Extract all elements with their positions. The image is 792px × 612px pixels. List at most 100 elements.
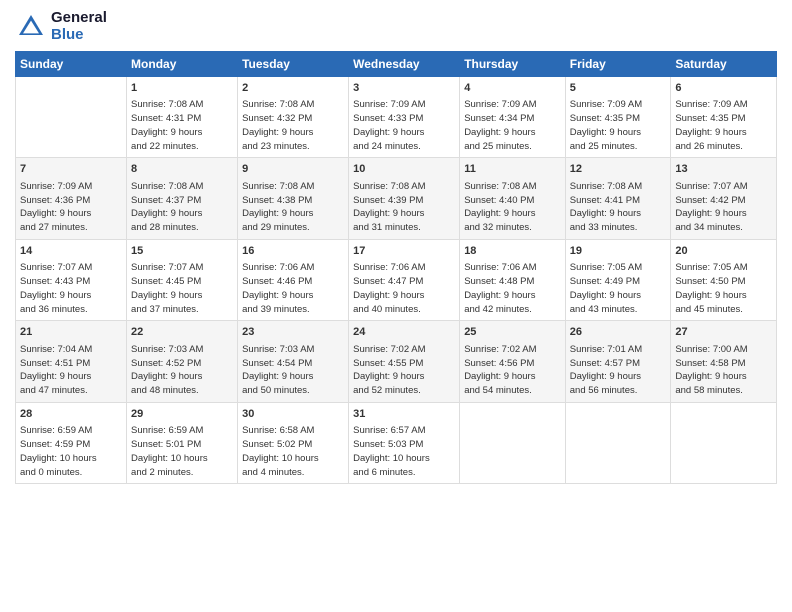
calendar-week-row: 7 Sunrise: 7:09 AMSunset: 4:36 PMDaylight… — [16, 158, 777, 239]
calendar-cell: 13 Sunrise: 7:07 AMSunset: 4:42 PMDayligh… — [671, 158, 777, 239]
day-info: Sunrise: 7:08 AMSunset: 4:41 PMDaylight:… — [570, 180, 667, 235]
calendar-cell: 19Sunrise: 7:05 AMSunset: 4:49 PMDayligh… — [565, 239, 671, 320]
day-info: Sunrise: 7:05 AMSunset: 4:50 PMDaylight:… — [675, 261, 772, 316]
calendar-cell — [671, 402, 777, 483]
calendar-cell: 25 Sunrise: 7:02 AMSunset: 4:56 PMDayligh… — [460, 321, 566, 402]
calendar-cell: 5 Sunrise: 7:09 AMSunset: 4:35 PMDaylight… — [565, 77, 671, 158]
day-info: Sunrise: 7:06 AMSunset: 4:47 PMDaylight:… — [353, 261, 455, 316]
day-info: Sunrise: 7:09 AMSunset: 4:36 PMDaylight:… — [20, 180, 122, 235]
day-info: Sunrise: 7:07 AMSunset: 4:43 PMDaylight:… — [20, 261, 122, 316]
calendar-cell: 7 Sunrise: 7:09 AMSunset: 4:36 PMDaylight… — [16, 158, 127, 239]
header-day-tuesday: Tuesday — [238, 52, 349, 77]
day-number: 28 — [20, 407, 122, 422]
day-info: Sunrise: 6:58 AMSunset: 5:02 PMDaylight:… — [242, 424, 344, 479]
calendar-cell: 24 Sunrise: 7:02 AMSunset: 4:55 PMDayligh… — [349, 321, 460, 402]
calendar-cell: 10 Sunrise: 7:08 AMSunset: 4:39 PMDayligh… — [349, 158, 460, 239]
day-info: Sunrise: 7:08 AMSunset: 4:39 PMDaylight:… — [353, 180, 455, 235]
day-number: 11 — [464, 162, 561, 177]
calendar-cell: 31Sunrise: 6:57 AMSunset: 5:03 PMDayligh… — [349, 402, 460, 483]
day-number: 15 — [131, 244, 233, 259]
day-number: 26 — [570, 325, 667, 340]
calendar-cell — [16, 77, 127, 158]
day-number: 23 — [242, 325, 344, 340]
calendar-week-row: 28 Sunrise: 6:59 AMSunset: 4:59 PMDayligh… — [16, 402, 777, 483]
calendar-cell — [565, 402, 671, 483]
day-number: 3 — [353, 81, 455, 96]
logo-icon — [15, 11, 47, 43]
day-number: 22 — [131, 325, 233, 340]
day-number: 24 — [353, 325, 455, 340]
day-number: 8 — [131, 162, 233, 177]
calendar-cell: 14 Sunrise: 7:07 AMSunset: 4:43 PMDayligh… — [16, 239, 127, 320]
calendar-table: SundayMondayTuesdayWednesdayThursdayFrid… — [15, 51, 777, 484]
calendar-cell: 23 Sunrise: 7:03 AMSunset: 4:54 PMDayligh… — [238, 321, 349, 402]
calendar-cell: 17 Sunrise: 7:06 AMSunset: 4:47 PMDayligh… — [349, 239, 460, 320]
header-day-thursday: Thursday — [460, 52, 566, 77]
day-number: 12 — [570, 162, 667, 177]
day-info: Sunrise: 7:08 AMSunset: 4:40 PMDaylight:… — [464, 180, 561, 235]
calendar-cell: 3 Sunrise: 7:09 AMSunset: 4:33 PMDaylight… — [349, 77, 460, 158]
day-number: 17 — [353, 244, 455, 259]
calendar-week-row: 21 Sunrise: 7:04 AMSunset: 4:51 PMDayligh… — [16, 321, 777, 402]
day-info: Sunrise: 7:09 AMSunset: 4:34 PMDaylight:… — [464, 98, 561, 153]
day-info: Sunrise: 6:59 AMSunset: 5:01 PMDaylight:… — [131, 424, 233, 479]
header-day-wednesday: Wednesday — [349, 52, 460, 77]
header-day-sunday: Sunday — [16, 52, 127, 77]
calendar-week-row: 14 Sunrise: 7:07 AMSunset: 4:43 PMDayligh… — [16, 239, 777, 320]
day-info: Sunrise: 7:07 AMSunset: 4:42 PMDaylight:… — [675, 180, 772, 235]
day-number: 27 — [675, 325, 772, 340]
calendar-cell: 12 Sunrise: 7:08 AMSunset: 4:41 PMDayligh… — [565, 158, 671, 239]
day-info: Sunrise: 7:05 AMSunset: 4:49 PMDaylight:… — [570, 261, 667, 316]
page-container: General Blue SundayMondayTuesdayWednesda… — [0, 0, 792, 494]
day-info: Sunrise: 7:03 AMSunset: 4:54 PMDaylight:… — [242, 343, 344, 398]
calendar-cell — [460, 402, 566, 483]
day-number: 5 — [570, 81, 667, 96]
day-number: 18 — [464, 244, 561, 259]
calendar-cell: 11 Sunrise: 7:08 AMSunset: 4:40 PMDayligh… — [460, 158, 566, 239]
day-number: 25 — [464, 325, 561, 340]
calendar-cell: 18Sunrise: 7:06 AMSunset: 4:48 PMDayligh… — [460, 239, 566, 320]
day-info: Sunrise: 7:02 AMSunset: 4:56 PMDaylight:… — [464, 343, 561, 398]
day-number: 14 — [20, 244, 122, 259]
logo-text: General Blue — [51, 10, 107, 43]
calendar-cell: 6Sunrise: 7:09 AMSunset: 4:35 PMDaylight… — [671, 77, 777, 158]
calendar-cell: 29 Sunrise: 6:59 AMSunset: 5:01 PMDayligh… — [127, 402, 238, 483]
day-info: Sunrise: 7:08 AMSunset: 4:38 PMDaylight:… — [242, 180, 344, 235]
calendar-cell: 27 Sunrise: 7:00 AMSunset: 4:58 PMDayligh… — [671, 321, 777, 402]
day-info: Sunrise: 7:09 AMSunset: 4:35 PMDaylight:… — [570, 98, 667, 153]
day-number: 31 — [353, 407, 455, 422]
header-day-friday: Friday — [565, 52, 671, 77]
calendar-cell: 22 Sunrise: 7:03 AMSunset: 4:52 PMDayligh… — [127, 321, 238, 402]
logo: General Blue — [15, 10, 107, 43]
day-info: Sunrise: 7:09 AMSunset: 4:33 PMDaylight:… — [353, 98, 455, 153]
day-number: 10 — [353, 162, 455, 177]
day-number: 29 — [131, 407, 233, 422]
day-info: Sunrise: 7:04 AMSunset: 4:51 PMDaylight:… — [20, 343, 122, 398]
calendar-cell: 2Sunrise: 7:08 AMSunset: 4:32 PMDaylight… — [238, 77, 349, 158]
day-info: Sunrise: 7:00 AMSunset: 4:58 PMDaylight:… — [675, 343, 772, 398]
day-number: 30 — [242, 407, 344, 422]
calendar-cell: 30 Sunrise: 6:58 AMSunset: 5:02 PMDayligh… — [238, 402, 349, 483]
day-info: Sunrise: 7:02 AMSunset: 4:55 PMDaylight:… — [353, 343, 455, 398]
day-number: 9 — [242, 162, 344, 177]
day-number: 4 — [464, 81, 561, 96]
day-number: 7 — [20, 162, 122, 177]
calendar-cell: 20Sunrise: 7:05 AMSunset: 4:50 PMDayligh… — [671, 239, 777, 320]
day-number: 13 — [675, 162, 772, 177]
calendar-cell: 4 Sunrise: 7:09 AMSunset: 4:34 PMDaylight… — [460, 77, 566, 158]
calendar-cell: 21 Sunrise: 7:04 AMSunset: 4:51 PMDayligh… — [16, 321, 127, 402]
calendar-cell: 1Sunrise: 7:08 AMSunset: 4:31 PMDaylight… — [127, 77, 238, 158]
day-info: Sunrise: 7:01 AMSunset: 4:57 PMDaylight:… — [570, 343, 667, 398]
header-day-monday: Monday — [127, 52, 238, 77]
day-info: Sunrise: 7:06 AMSunset: 4:46 PMDaylight:… — [242, 261, 344, 316]
day-number: 21 — [20, 325, 122, 340]
calendar-cell: 16Sunrise: 7:06 AMSunset: 4:46 PMDayligh… — [238, 239, 349, 320]
day-info: Sunrise: 6:59 AMSunset: 4:59 PMDaylight:… — [20, 424, 122, 479]
day-info: Sunrise: 7:03 AMSunset: 4:52 PMDaylight:… — [131, 343, 233, 398]
calendar-body: 1Sunrise: 7:08 AMSunset: 4:31 PMDaylight… — [16, 77, 777, 484]
calendar-cell: 9 Sunrise: 7:08 AMSunset: 4:38 PMDaylight… — [238, 158, 349, 239]
day-number: 2 — [242, 81, 344, 96]
day-info: Sunrise: 7:08 AMSunset: 4:37 PMDaylight:… — [131, 180, 233, 235]
day-info: Sunrise: 7:08 AMSunset: 4:31 PMDaylight:… — [131, 98, 233, 153]
calendar-cell: 28 Sunrise: 6:59 AMSunset: 4:59 PMDayligh… — [16, 402, 127, 483]
